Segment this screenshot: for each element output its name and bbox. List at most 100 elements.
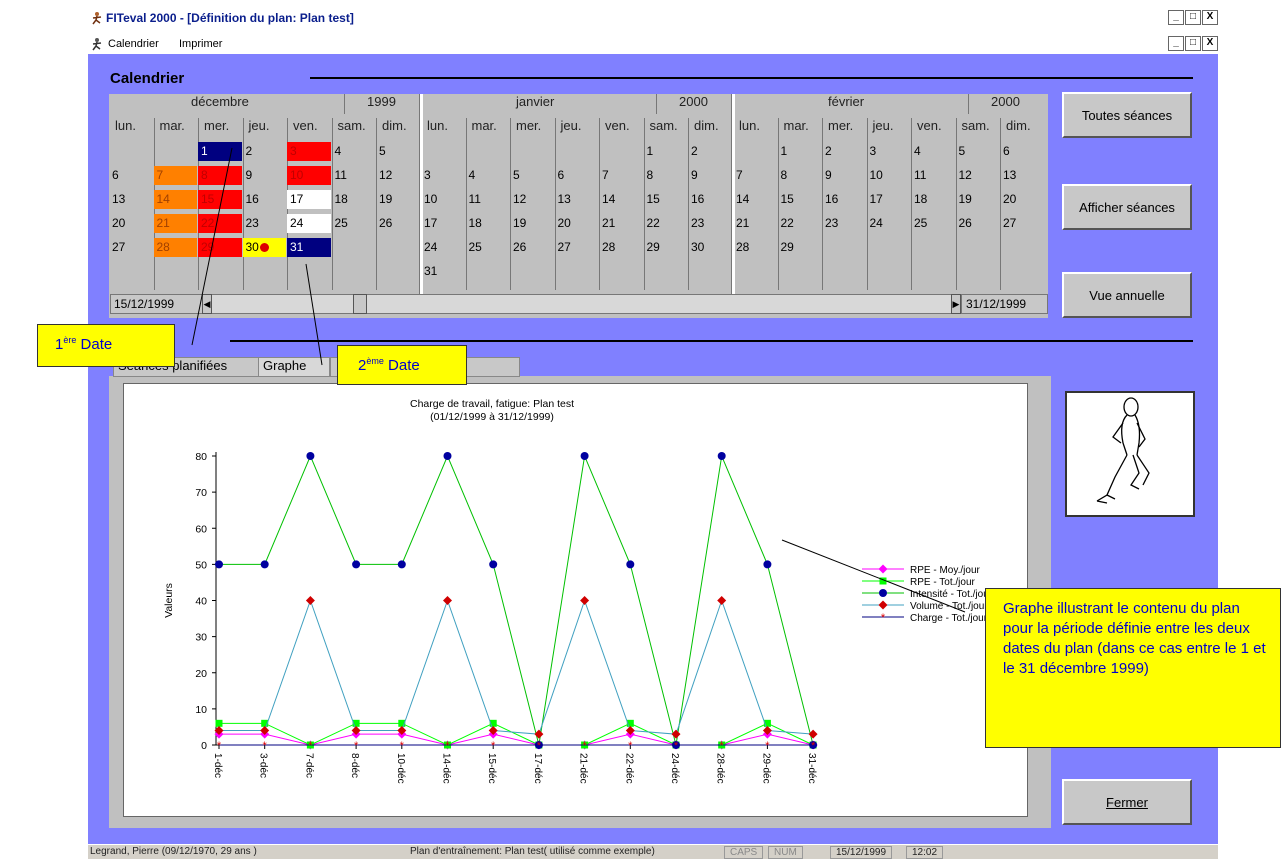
calendar-day[interactable]: 14 bbox=[599, 190, 643, 209]
calendar-day[interactable]: 13 bbox=[1000, 166, 1044, 185]
close-button[interactable]: Fermer bbox=[1062, 779, 1192, 825]
calendar-day[interactable]: 9 bbox=[243, 166, 287, 185]
calendar-day[interactable]: 3 bbox=[867, 142, 911, 161]
child-maximize-button[interactable]: □ bbox=[1185, 36, 1201, 51]
calendar-day[interactable]: 18 bbox=[466, 214, 510, 233]
calendar-day[interactable]: 7 bbox=[733, 166, 777, 185]
calendar-day[interactable]: 23 bbox=[243, 214, 287, 233]
calendar-day[interactable]: 31 bbox=[421, 262, 465, 281]
calendar-day[interactable]: 11 bbox=[466, 190, 510, 209]
calendar-day[interactable]: 20 bbox=[1000, 190, 1044, 209]
calendar-day[interactable]: 21 bbox=[733, 214, 777, 233]
calendar-day[interactable]: 25 bbox=[466, 238, 510, 257]
calendar-day[interactable]: 1 bbox=[778, 142, 822, 161]
calendar-day[interactable]: 27 bbox=[1000, 214, 1044, 233]
calendar-day[interactable]: 17 bbox=[867, 190, 911, 209]
calendar-day[interactable]: 18 bbox=[911, 190, 955, 209]
calendar-day[interactable]: 19 bbox=[956, 190, 1000, 209]
calendar-day[interactable]: 20 bbox=[555, 214, 599, 233]
calendar-day[interactable]: 19 bbox=[510, 214, 554, 233]
menu-imprimer[interactable]: Imprimer bbox=[179, 38, 222, 50]
calendar-day[interactable]: 22 bbox=[644, 214, 688, 233]
calendar-day[interactable]: 9 bbox=[822, 166, 866, 185]
tab-graph[interactable]: Graphe bbox=[258, 357, 330, 377]
calendar-day[interactable]: 6 bbox=[109, 166, 153, 185]
calendar-day[interactable]: 23 bbox=[688, 214, 732, 233]
calendar-day[interactable]: 1 bbox=[644, 142, 688, 161]
calendar-day[interactable]: 10 bbox=[421, 190, 465, 209]
calendar-day[interactable]: 12 bbox=[510, 190, 554, 209]
calendar-day[interactable]: 27 bbox=[555, 238, 599, 257]
calendar-day[interactable]: 15 bbox=[198, 190, 242, 209]
calendar-day[interactable]: 8 bbox=[644, 166, 688, 185]
calendar-day[interactable]: 21 bbox=[599, 214, 643, 233]
calendar-day[interactable]: 15 bbox=[778, 190, 822, 209]
calendar-day[interactable]: 29 bbox=[198, 238, 242, 257]
calendar-day[interactable]: 2 bbox=[243, 142, 287, 161]
calendar-day[interactable]: 19 bbox=[376, 190, 420, 209]
calendar-day[interactable]: 16 bbox=[688, 190, 732, 209]
calendar-day[interactable]: 6 bbox=[1000, 142, 1044, 161]
calendar-day[interactable]: 22 bbox=[198, 214, 242, 233]
calendar-day[interactable]: 26 bbox=[376, 214, 420, 233]
all-sessions-button[interactable]: Toutes séances bbox=[1062, 92, 1192, 138]
end-date-field[interactable]: 31/12/1999 bbox=[961, 294, 1048, 314]
calendar-day[interactable]: 20 bbox=[109, 214, 153, 233]
calendar-day[interactable]: 21 bbox=[153, 214, 197, 233]
minimize-button[interactable]: _ bbox=[1168, 10, 1184, 25]
calendar-day[interactable]: 18 bbox=[332, 190, 376, 209]
calendar-day[interactable]: 28 bbox=[733, 238, 777, 257]
calendar-day[interactable]: 17 bbox=[421, 214, 465, 233]
calendar-day[interactable]: 23 bbox=[822, 214, 866, 233]
child-minimize-button[interactable]: _ bbox=[1168, 36, 1184, 51]
calendar-day[interactable]: 4 bbox=[332, 142, 376, 161]
calendar-day[interactable]: 26 bbox=[510, 238, 554, 257]
calendar-day[interactable]: 6 bbox=[555, 166, 599, 185]
calendar-day[interactable]: 14 bbox=[733, 190, 777, 209]
calendar-day[interactable]: 4 bbox=[466, 166, 510, 185]
calendar-day[interactable]: 11 bbox=[911, 166, 955, 185]
menu-calendrier[interactable]: Calendrier bbox=[108, 38, 159, 50]
calendar-day[interactable]: 5 bbox=[510, 166, 554, 185]
calendar-day[interactable]: 30 bbox=[688, 238, 732, 257]
scroll-thumb[interactable] bbox=[353, 294, 367, 314]
calendar-day[interactable]: 8 bbox=[198, 166, 242, 185]
calendar-day[interactable]: 25 bbox=[332, 214, 376, 233]
calendar-day[interactable]: 12 bbox=[956, 166, 1000, 185]
year-view-button[interactable]: Vue annuelle bbox=[1062, 272, 1192, 318]
calendar-day[interactable]: 29 bbox=[644, 238, 688, 257]
calendar-day[interactable]: 24 bbox=[421, 238, 465, 257]
calendar-day[interactable]: 2 bbox=[688, 142, 732, 161]
calendar-day[interactable]: 26 bbox=[956, 214, 1000, 233]
maximize-button[interactable]: □ bbox=[1185, 10, 1201, 25]
calendar-day[interactable]: 30 bbox=[242, 238, 286, 257]
calendar-day[interactable]: 27 bbox=[109, 238, 153, 257]
calendar-day[interactable]: 28 bbox=[599, 238, 643, 257]
calendar-day[interactable]: 17 bbox=[287, 190, 331, 209]
calendar-day[interactable]: 16 bbox=[243, 190, 287, 209]
calendar-day[interactable]: 25 bbox=[911, 214, 955, 233]
calendar-day[interactable]: 4 bbox=[911, 142, 955, 161]
calendar-day[interactable]: 24 bbox=[867, 214, 911, 233]
calendar-day[interactable]: 8 bbox=[778, 166, 822, 185]
calendar-day[interactable]: 28 bbox=[153, 238, 197, 257]
calendar-day[interactable]: 29 bbox=[778, 238, 822, 257]
calendar-day[interactable]: 1 bbox=[198, 142, 242, 161]
calendar-day[interactable]: 3 bbox=[287, 142, 331, 161]
calendar-day[interactable]: 14 bbox=[153, 190, 197, 209]
calendar-day[interactable]: 2 bbox=[822, 142, 866, 161]
calendar-day[interactable]: 10 bbox=[287, 166, 331, 185]
calendar-day[interactable]: 15 bbox=[644, 190, 688, 209]
calendar-day[interactable]: 5 bbox=[956, 142, 1000, 161]
calendar-day[interactable]: 7 bbox=[599, 166, 643, 185]
calendar-day[interactable]: 13 bbox=[555, 190, 599, 209]
show-sessions-button[interactable]: Afficher séances bbox=[1062, 184, 1192, 230]
calendar-day[interactable]: 13 bbox=[109, 190, 153, 209]
calendar-day[interactable]: 5 bbox=[376, 142, 420, 161]
start-date-field[interactable]: 15/12/1999 bbox=[110, 294, 203, 314]
calendar-day[interactable]: 22 bbox=[778, 214, 822, 233]
calendar-day[interactable]: 31 bbox=[287, 238, 331, 257]
calendar-day[interactable]: 24 bbox=[287, 214, 331, 233]
calendar-day[interactable]: 16 bbox=[822, 190, 866, 209]
calendar-day[interactable]: 7 bbox=[153, 166, 197, 185]
